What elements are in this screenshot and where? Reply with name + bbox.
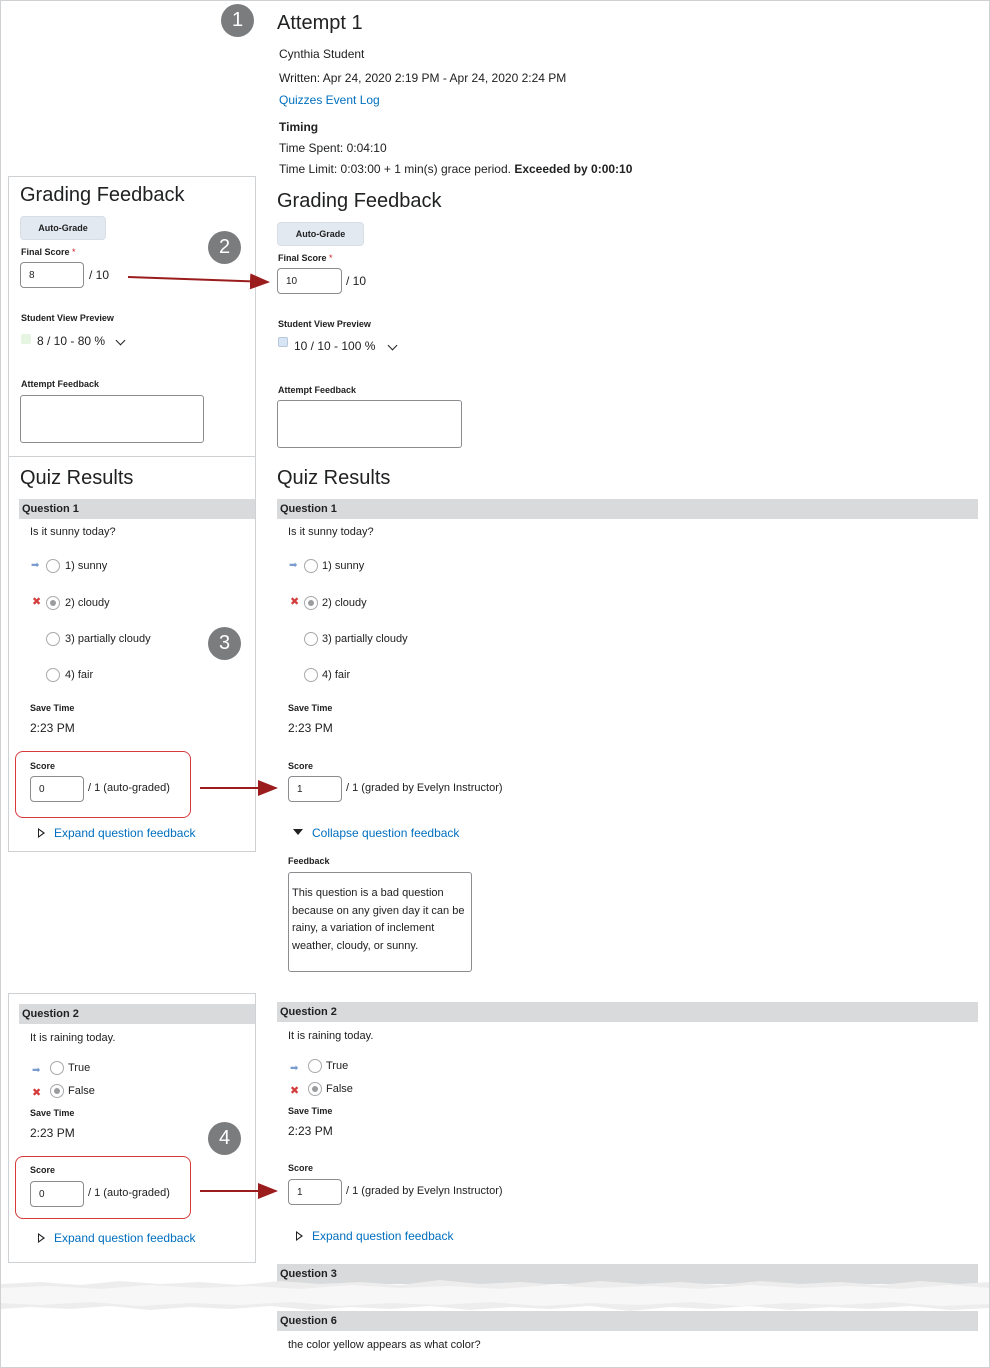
arrow-final-score <box>127 273 270 290</box>
annotation-arrows <box>127 273 278 1199</box>
